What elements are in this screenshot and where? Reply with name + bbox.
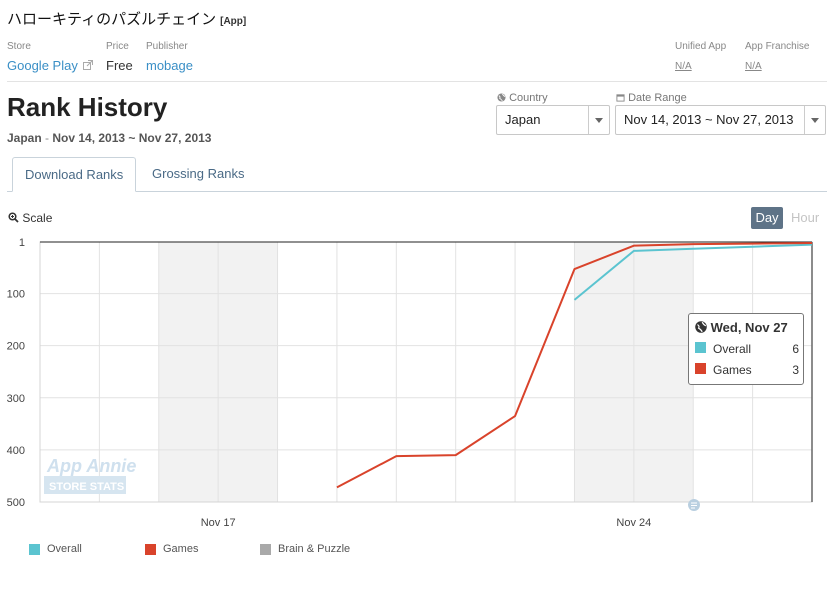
tooltip-row-name: Games	[713, 363, 752, 377]
store-label: Store	[7, 41, 31, 52]
tooltip-row-value: 3	[792, 363, 799, 377]
tooltip-row-games: Games 3	[695, 363, 799, 377]
y-tick-label: 500	[7, 497, 25, 509]
globe-icon	[695, 321, 707, 333]
publisher-label: Publisher	[146, 41, 188, 52]
tooltip-header: Wed, Nov 27	[695, 320, 788, 335]
app-franchise-label: App Franchise	[745, 41, 810, 52]
subtitle-range: Nov 14, 2013 ~ Nov 27, 2013	[52, 131, 212, 145]
chevron-down-icon	[588, 106, 609, 134]
y-tick-label: 300	[7, 393, 25, 405]
price-label: Price	[106, 41, 129, 52]
page-subtitle: Japan - Nov 14, 2013 ~ Nov 27, 2013	[7, 131, 211, 145]
store-link[interactable]: Google Play	[7, 58, 94, 73]
y-tick-label: 200	[7, 341, 25, 353]
watermark-line1: App Annie	[46, 456, 136, 476]
store-value[interactable]: Google Play	[7, 58, 78, 73]
date-range-value: Nov 14, 2013 ~ Nov 27, 2013	[624, 112, 794, 127]
overall-swatch	[29, 543, 40, 555]
country-value: Japan	[505, 112, 541, 127]
tooltip-date: Wed, Nov 27	[710, 320, 788, 335]
external-link-icon	[83, 60, 94, 70]
legend-item-games[interactable]: Games	[145, 543, 198, 555]
day-button[interactable]: Day	[751, 207, 783, 229]
tooltip-row-name: Overall	[713, 342, 752, 356]
x-tick-label: Nov 24	[616, 517, 651, 529]
app-title: ハローキティのパズルチェイン [App]	[7, 8, 246, 29]
legend-label: Brain & Puzzle	[278, 543, 351, 555]
tab-grossing-ranks[interactable]: Grossing Ranks	[140, 157, 256, 192]
subtitle-separator: -	[41, 131, 53, 145]
app-tag: [App]	[220, 16, 247, 27]
y-tick-label: 400	[7, 445, 25, 457]
watermark-line2: STORE STATS	[49, 481, 124, 493]
legend-item-brain-puzzle[interactable]: Brain & Puzzle	[260, 543, 350, 555]
date-range-select[interactable]: Nov 14, 2013 ~ Nov 27, 2013	[615, 105, 826, 135]
hour-button[interactable]: Hour	[791, 207, 819, 229]
tooltip-row-value: 6	[792, 342, 799, 356]
scale-label: Scale	[22, 211, 53, 225]
scale-toggle[interactable]: Scale	[8, 211, 52, 225]
legend-item-overall[interactable]: Overall	[29, 543, 82, 555]
app-franchise-value[interactable]: N/A	[745, 61, 762, 72]
tooltip-row-overall: Overall 6	[695, 342, 799, 356]
brain-puzzle-swatch	[260, 543, 271, 555]
overall-swatch	[695, 342, 706, 353]
price-value: Free	[106, 58, 133, 73]
country-filter-label: Country	[497, 92, 548, 104]
tab-download-ranks[interactable]: Download Ranks	[12, 157, 137, 192]
watermark: App Annie STORE STATS	[44, 456, 136, 494]
unified-app-label: Unified App	[675, 41, 727, 52]
globe-icon	[497, 93, 506, 102]
y-tick-label: 100	[7, 289, 25, 301]
unified-app-value[interactable]: N/A	[675, 61, 692, 72]
publisher-link[interactable]: mobage	[146, 58, 193, 73]
legend-label: Games	[163, 543, 199, 555]
games-swatch	[145, 543, 156, 555]
games-swatch	[695, 363, 706, 374]
date-range-label: Date Range	[628, 92, 687, 104]
x-tick-label: Nov 17	[201, 517, 236, 529]
country-select[interactable]: Japan	[496, 105, 610, 135]
header-divider	[7, 81, 827, 82]
page-title: Rank History	[7, 92, 168, 122]
zoom-icon	[8, 212, 19, 223]
annotation-icon[interactable]	[688, 499, 700, 511]
subtitle-country: Japan	[7, 131, 42, 145]
calendar-icon	[616, 94, 625, 102]
country-label: Country	[509, 92, 548, 104]
chart-tooltip: Wed, Nov 27 Overall 6 Games 3	[688, 313, 804, 385]
y-tick-label: 1	[19, 237, 25, 249]
date-filter-label: Date Range	[616, 92, 687, 104]
chevron-down-icon	[804, 106, 825, 134]
app-name: ハローキティのパズルチェイン	[7, 11, 217, 28]
legend-label: Overall	[47, 543, 82, 555]
